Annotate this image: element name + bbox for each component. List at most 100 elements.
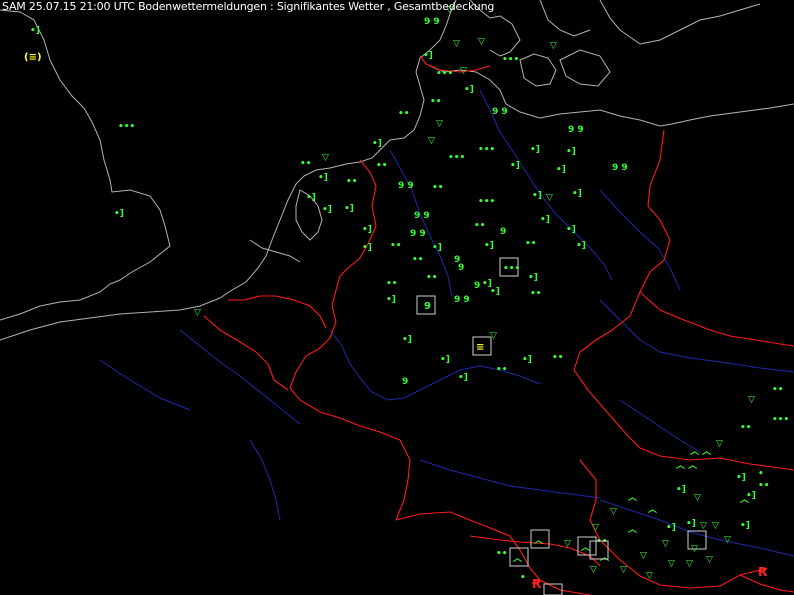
shower-icon: •••: [118, 122, 135, 132]
rain-icon: 9 9: [410, 229, 426, 239]
shower-icon: •••: [772, 415, 789, 425]
drizzle-icon: ••: [496, 365, 508, 375]
rain-icon: 9 9: [414, 211, 430, 221]
rain-icon: 9 9: [424, 17, 440, 27]
drizzle-icon: •]: [522, 355, 532, 365]
shower-icon: ▽: [460, 66, 467, 76]
drizzle-icon: ••: [398, 109, 410, 119]
drizzle-icon: •]: [490, 287, 500, 297]
drizzle-icon: •]: [440, 355, 450, 365]
shower-icon: ▽: [706, 555, 713, 565]
map-title: SAM 25.07.15 21:00 UTC Bodenwettermeldun…: [2, 0, 495, 13]
shower-icon: ▽: [564, 539, 571, 549]
drizzle-icon: ••: [758, 481, 770, 491]
drizzle-icon: •]: [464, 85, 474, 95]
shower-icon: ▽: [712, 521, 719, 531]
shower-icon: ▽: [436, 119, 443, 129]
drizzle-icon: •]: [510, 161, 520, 171]
svg-text:9: 9: [424, 301, 431, 312]
drizzle-icon: ••: [412, 255, 424, 265]
drizzle-icon: •]: [306, 193, 316, 203]
drizzle-icon: •]: [666, 523, 676, 533]
svg-text:•••: •••: [503, 264, 520, 274]
drizzle-icon: ••: [525, 239, 537, 249]
shower-icon: •••: [448, 153, 465, 163]
drizzle-icon: •]: [566, 225, 576, 235]
shower-icon: ▽: [694, 493, 701, 503]
rain-icon: 9: [458, 263, 464, 273]
drizzle-icon: •]: [528, 273, 538, 283]
drizzle-icon: ••: [496, 549, 508, 559]
rain-shower-icon: ︿: [628, 525, 637, 535]
rain-shower-icon: ︿ ︿: [676, 461, 697, 471]
rain-icon: 9: [474, 281, 480, 291]
drizzle-icon: •]: [532, 191, 542, 201]
shower-icon: ▽: [748, 395, 755, 405]
rain-icon: 9 9: [568, 125, 584, 135]
shower-icon: ▽: [194, 308, 201, 318]
shower-icon: ▽: [322, 153, 329, 163]
rain-icon: 9: [402, 377, 408, 387]
drizzle-icon: •]: [746, 491, 756, 501]
rain-shower-icon: ︿ ︿: [690, 447, 711, 457]
rain-icon: 9 9: [398, 181, 414, 191]
drizzle-icon: ••: [596, 537, 608, 547]
rain-icon: 9 9: [454, 295, 470, 305]
drizzle-icon: ••: [376, 161, 388, 171]
drizzle-icon: •]: [322, 205, 332, 215]
shower-icon: ▽: [428, 136, 435, 146]
drizzle-icon: ••: [300, 159, 312, 169]
drizzle-icon: ••: [386, 279, 398, 289]
fog-icon: (≡): [24, 52, 42, 63]
drizzle-icon: •]: [458, 373, 468, 383]
drizzle-icon: ••: [432, 183, 444, 193]
svg-text:︿: ︿: [581, 543, 590, 553]
shower-icon: ▽: [640, 551, 647, 561]
shower-icon: ▽: [478, 37, 485, 47]
drizzle-icon: •]: [402, 335, 412, 345]
shower-icon: ▽: [550, 41, 557, 51]
shower-icon: ▽: [620, 565, 627, 575]
shower-icon: ▽: [724, 535, 731, 545]
drizzle-icon: •]: [386, 295, 396, 305]
drizzle-icon: •]: [540, 215, 550, 225]
rain-icon: 9: [500, 227, 506, 237]
drizzle-icon: •]: [556, 165, 566, 175]
drizzle-icon: •]: [576, 241, 586, 251]
shower-icon: •••: [478, 145, 495, 155]
shower-icon: •••: [436, 69, 453, 79]
thunderstorm-red-icon: Ꞧ: [531, 577, 542, 591]
shower-icon: ▽: [546, 193, 553, 203]
drizzle-icon: •: [758, 469, 764, 479]
drizzle-icon: ••: [552, 353, 564, 363]
drizzle-icon: •]: [686, 519, 696, 529]
drizzle-icon: •]: [740, 521, 750, 531]
shower-icon: •••: [478, 197, 495, 207]
drizzle-icon: •]: [344, 204, 354, 214]
shower-icon: ▽: [646, 571, 653, 581]
shower-icon: ▽: [590, 565, 597, 575]
drizzle-icon: ••: [390, 241, 402, 251]
rain-shower-icon: ︿: [628, 493, 637, 503]
drizzle-icon: •]: [362, 243, 372, 253]
drizzle-icon: •]: [362, 225, 372, 235]
svg-text:︿: ︿: [534, 536, 543, 546]
drizzle-icon: •]: [432, 243, 442, 253]
drizzle-icon: ••: [426, 273, 438, 283]
rain-icon: 9 9: [612, 163, 628, 173]
shower-icon: ▽: [592, 523, 599, 533]
shower-icon: ▽: [610, 507, 617, 517]
svg-text:≡: ≡: [476, 342, 484, 353]
shower-icon: ▽: [668, 559, 675, 569]
rain-shower-icon: ︿: [648, 505, 657, 515]
rain-icon: 9 9: [492, 107, 508, 117]
shower-icon: ▽: [716, 439, 723, 449]
drizzle-icon: •]: [566, 147, 576, 157]
weather-map: •] ••• •] ▽ 9 9 ▽ ▽ ▽ ▽ •] ▽ ••• ••• •] …: [0, 0, 794, 595]
drizzle-icon: •: [520, 573, 526, 583]
shower-icon: ▽: [686, 559, 693, 569]
drizzle-icon: •]: [30, 26, 40, 36]
drizzle-icon: •]: [318, 173, 328, 183]
drizzle-icon: •]: [736, 473, 746, 483]
drizzle-icon: ••: [430, 97, 442, 107]
